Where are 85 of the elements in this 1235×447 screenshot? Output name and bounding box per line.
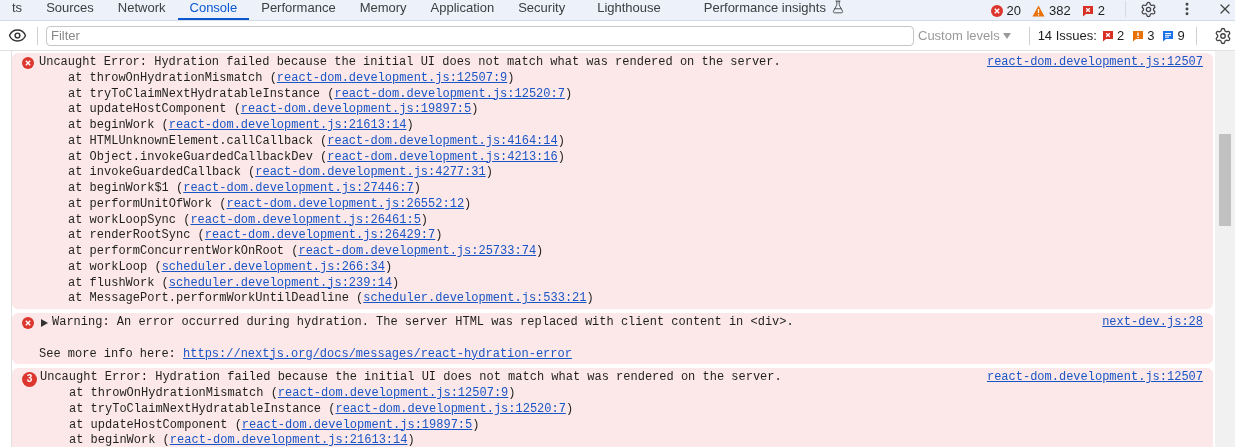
- message-text: Uncaught Error: Hydration failed because the initial UI does not match what was rendered on the server.: [40, 370, 782, 386]
- source-link[interactable]: react-dom.development.js:12520:7: [334, 86, 565, 101]
- stack-frame: at MessagePort.performWorkUntilDeadline (scheduler.development.js:533:21): [39, 291, 594, 307]
- status-count[interactable]: 20: [990, 1, 1028, 21]
- count-text: 2: [1116, 26, 1125, 45]
- count-text: 9: [1177, 26, 1185, 45]
- stack-frame: at Object.invokeGuardedCallbackDev (react-dom.development.js:4213:16): [39, 149, 565, 166]
- count-text: 382: [1049, 2, 1071, 20]
- stack-frame: at throwOnHydrationMismatch (react-dom.development.js:12507:9): [39, 70, 515, 87]
- scrollbar-thumb[interactable]: [1219, 134, 1231, 226]
- eye-icon[interactable]: [8, 26, 27, 45]
- count-text: 2: [1097, 2, 1105, 20]
- count-text: 20: [1006, 2, 1022, 20]
- source-link[interactable]: react-dom.development.js:12507: [986, 55, 1203, 71]
- issue-bubble-icon: [1101, 29, 1114, 42]
- source-link[interactable]: react-dom.development.js:4164:14: [327, 133, 558, 148]
- exclamation-bubble-icon: [1132, 29, 1145, 42]
- source-link[interactable]: react-dom.development.js:26429:7: [204, 228, 436, 243]
- status-count[interactable]: 2: [1081, 1, 1111, 21]
- source-link[interactable]: react-dom.development.js:27446:7: [183, 181, 414, 195]
- source-link[interactable]: react-dom.development.js:4277:31: [255, 165, 486, 180]
- stack-frame: at workLoopSync (react-dom.development.js:26461:5): [39, 212, 429, 229]
- repeat-count-badge: 3: [22, 371, 37, 387]
- expand-triangle-icon[interactable]: [41, 318, 48, 327]
- scrollbar[interactable]: [1215, 51, 1235, 447]
- panel-tab[interactable]: Memory: [347, 0, 419, 20]
- stack-frame: at beginWork$1 (react-dom.development.js:27446:7): [39, 181, 421, 197]
- message-bubble-icon: [1162, 29, 1175, 42]
- stack-frame: See more info here: https://nextjs.org/docs/messages/react-hydration-error: [39, 346, 572, 363]
- panel-tab[interactable]: Sources: [34, 0, 106, 20]
- source-link[interactable]: react-dom.development.js:19897:5: [241, 417, 473, 432]
- panel-tab[interactable]: Performance: [249, 0, 348, 20]
- source-link[interactable]: react-dom.development.js:21613:14: [168, 118, 407, 132]
- error-icon: [990, 4, 1003, 17]
- source-link[interactable]: scheduler.development.js:239:14: [168, 275, 393, 290]
- stack-frame: at updateHostComponent (react-dom.development.js:19897:5): [39, 102, 479, 118]
- message-text: Warning: An error occurred during hydration. The server HTML was replaced with client content in <div>.: [52, 315, 794, 331]
- stack-frame: at tryToClaimNextHydratableInstance (react-dom.development.js:12520:7): [40, 401, 574, 418]
- issue-bubble-icon: [1081, 4, 1094, 17]
- status-count[interactable]: 382: [1032, 1, 1077, 21]
- stack-frame: at invokeGuardedCallback (react-dom.development.js:4277:31): [39, 165, 493, 181]
- settings-icon[interactable]: [1214, 26, 1232, 45]
- warning-icon: [1032, 4, 1046, 17]
- stack-frame: at updateHostComponent (react-dom.development.js:19897:5): [40, 417, 480, 434]
- error-icon: [22, 317, 34, 329]
- stack-frame: at beginWork (react-dom.development.js:21613:14): [40, 433, 415, 447]
- count-text: 3: [1147, 26, 1155, 45]
- stack-frame: at tryToClaimNextHydratableInstance (react-dom.development.js:12520:7): [39, 86, 573, 103]
- source-link[interactable]: scheduler.development.js:533:21: [363, 291, 587, 306]
- stack-frame: at throwOnHydrationMismatch (react-dom.development.js:12507:9): [40, 386, 516, 402]
- panel-tab[interactable]: Network: [105, 0, 178, 20]
- error-icon: [22, 57, 34, 69]
- source-link[interactable]: react-dom.development.js:25733:74: [298, 244, 537, 258]
- stack-frame: at workLoop (scheduler.development.js:266:34): [39, 259, 393, 276]
- source-link[interactable]: react-dom.development.js:19897:5: [240, 102, 472, 117]
- panel-tab[interactable]: Lighthouse: [577, 0, 692, 20]
- stack-frame: at performConcurrentWorkOnRoot (react-dom.development.js:25733:74): [39, 244, 544, 260]
- filter-field[interactable]: Filter: [46, 25, 914, 46]
- stack-frame: at flushWork (scheduler.development.js:239:14): [39, 275, 400, 292]
- source-link[interactable]: react-dom.development.js:12507:9: [276, 70, 508, 85]
- source-link[interactable]: react-dom.development.js:12520:7: [335, 401, 566, 416]
- panel-tab[interactable]: Security: [506, 0, 578, 20]
- levels-dropdown[interactable]: Custom levels: [918, 25, 1011, 46]
- source-link[interactable]: react-dom.development.js:12507: [986, 370, 1203, 386]
- issues-counter[interactable]: 14 Issues: 2 3 9: [1037, 25, 1188, 46]
- stack-frame: at HTMLUnknownElement.callCallback (react-dom.development.js:4164:14): [39, 133, 565, 150]
- issues-label: 14 Issues:: [1037, 26, 1097, 45]
- panel-tab[interactable]: Performance insights: [691, 0, 857, 20]
- message-text: Uncaught Error: Hydration failed because the initial UI does not match what was rendered on the server.: [39, 55, 781, 71]
- panel-tab[interactable]: ts: [0, 0, 35, 20]
- source-link[interactable]: react-dom.development.js:4213:16: [327, 149, 558, 164]
- settings-icon[interactable]: [1140, 1, 1157, 18]
- stack-frame: at performUnitOfWork (react-dom.development.js:26552:12): [39, 196, 472, 213]
- source-link[interactable]: react-dom.development.js:12507:9: [277, 386, 509, 400]
- panel-tab[interactable]: Application: [418, 0, 507, 20]
- stack-frame: at renderRootSync (react-dom.development.js:26429:7): [39, 228, 443, 244]
- stack-frame: at beginWork (react-dom.development.js:21613:14): [39, 118, 414, 134]
- panel-tab[interactable]: Console: [177, 0, 250, 20]
- source-link[interactable]: react-dom.development.js:26461:5: [190, 212, 421, 227]
- source-link[interactable]: react-dom.development.js:26552:12: [226, 196, 465, 211]
- source-link[interactable]: react-dom.development.js:21613:14: [169, 433, 408, 447]
- dropdown-caret-icon: [1002, 32, 1011, 39]
- source-link[interactable]: next-dev.js:28: [1102, 315, 1203, 331]
- source-link[interactable]: https://nextjs.org/docs/messages/react-hydration-error: [183, 346, 572, 361]
- source-link[interactable]: scheduler.development.js:266:34: [161, 259, 385, 274]
